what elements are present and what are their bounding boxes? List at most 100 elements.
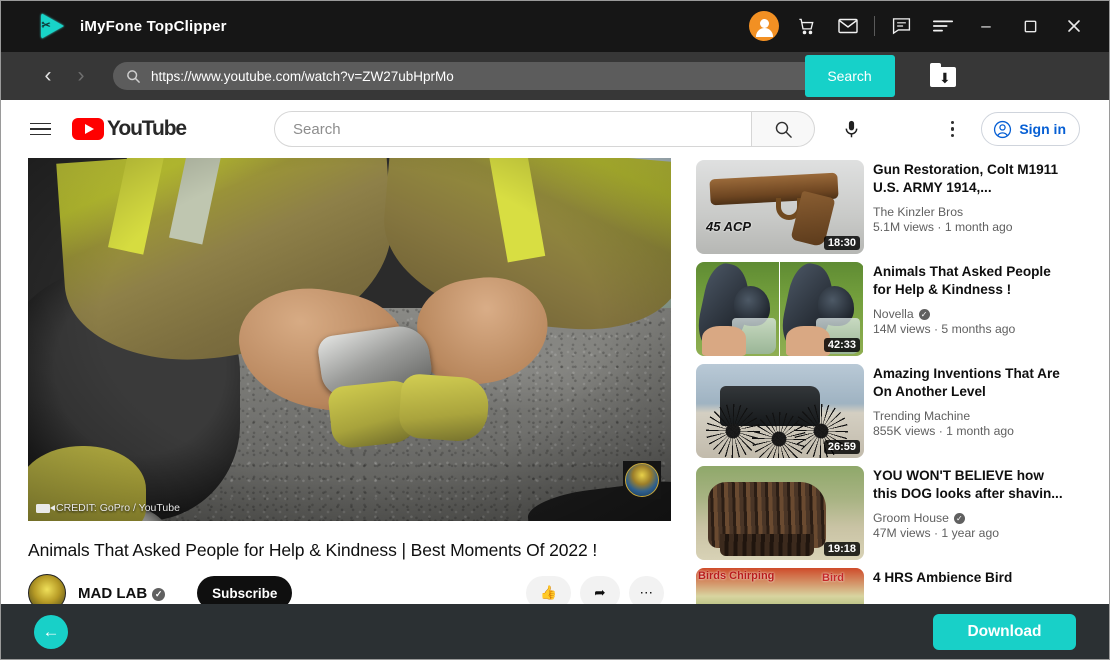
youtube-logo[interactable]: YouTube [72, 117, 186, 141]
video-stats: 14M views · 5 months ago [873, 322, 1069, 336]
like-dislike-button[interactable]: 👍 [526, 576, 571, 606]
video-thumbnail[interactable]: Birds Chirping Bird [696, 568, 864, 606]
close-button[interactable] [1052, 0, 1096, 52]
account-avatar-icon[interactable] [743, 0, 785, 52]
subscribe-button[interactable]: Subscribe [197, 576, 292, 606]
nav-forward-button[interactable]: › [66, 61, 96, 91]
url-text: https://www.youtube.com/watch?v=ZW27ubHp… [151, 69, 867, 84]
cart-icon[interactable] [785, 0, 827, 52]
thumbnail-caption: 45 ACP [706, 219, 751, 234]
title-bar: ✂ iMyFone TopClipper [0, 0, 1110, 52]
minimize-button[interactable]: – [964, 0, 1008, 52]
video-actions: 👍 ➦ ⋯ [526, 576, 672, 606]
bottom-action-bar: ← Download [0, 604, 1110, 660]
video-thumbnail[interactable]: 26:59 [696, 364, 864, 458]
maximize-button[interactable] [1008, 0, 1052, 52]
application-window: ✂ iMyFone TopClipper [0, 0, 1110, 660]
video-duration: 42:33 [824, 338, 860, 352]
video-title-link[interactable]: 4 HRS Ambience Bird [873, 569, 1012, 587]
video-stats: 5.1M views · 1 month ago [873, 220, 1069, 234]
verified-badge-icon: ✓ [954, 513, 965, 524]
feedback-icon[interactable] [880, 0, 922, 52]
video-channel[interactable]: Novella✓ [873, 307, 1069, 321]
youtube-search-placeholder: Search [293, 121, 341, 138]
video-title-link[interactable]: Amazing Inventions That Are On Another L… [873, 365, 1069, 402]
sign-in-label: Sign in [1019, 121, 1066, 137]
video-player[interactable]: CREDIT: GoPro / YouTube [28, 158, 671, 521]
video-credit-text: CREDIT: GoPro / YouTube [56, 502, 180, 514]
nav-back-button[interactable]: ‹ [33, 61, 63, 91]
more-actions-button[interactable]: ⋯ [629, 576, 665, 606]
upload-age: 1 month ago [945, 220, 1013, 234]
download-button[interactable]: Download [933, 614, 1076, 650]
channel-name-text: MAD LAB [78, 585, 147, 602]
list-item[interactable]: 45 ACP 18:30 Gun Restoration, Colt M1911… [696, 160, 1076, 254]
app-logo-icon: ✂ [38, 12, 66, 40]
video-title-link[interactable]: YOU WON'T BELIEVE how this DOG looks aft… [873, 467, 1069, 504]
video-duration: 18:30 [824, 236, 860, 250]
youtube-search-input[interactable]: Search [274, 111, 752, 147]
video-channel[interactable]: Trending Machine [873, 409, 1069, 423]
camera-icon [36, 504, 50, 513]
video-title-link[interactable]: Gun Restoration, Colt M1911 U.S. ARMY 19… [873, 161, 1069, 198]
back-button[interactable]: ← [34, 615, 68, 649]
channel-label: Trending Machine [873, 409, 970, 423]
video-meta: Animals That Asked People for Help & Kin… [873, 262, 1069, 356]
youtube-search-group: Search [274, 111, 869, 147]
channel-label: The Kinzler Bros [873, 205, 963, 219]
embedded-browser-view: YouTube Search [0, 100, 1110, 606]
video-title-link[interactable]: Animals That Asked People for Help & Kin… [873, 263, 1069, 300]
video-thumbnail[interactable]: 19:18 [696, 466, 864, 560]
video-channel[interactable]: Groom House✓ [873, 511, 1069, 525]
secondary-column: 45 ACP 18:30 Gun Restoration, Colt M1911… [672, 158, 1076, 606]
video-meta: Gun Restoration, Colt M1911 U.S. ARMY 19… [873, 160, 1069, 254]
verified-badge-icon: ✓ [152, 588, 165, 601]
video-meta: YOU WON'T BELIEVE how this DOG looks aft… [873, 466, 1069, 560]
video-meta: Amazing Inventions That Are On Another L… [873, 364, 1069, 458]
video-owner-row: MAD LAB ✓ Subscribe 👍 ➦ ⋯ [28, 574, 672, 606]
voice-search-icon[interactable] [833, 111, 869, 147]
channel-watermark[interactable] [623, 461, 661, 499]
search-button[interactable]: Search [805, 55, 895, 97]
search-icon [125, 68, 141, 84]
more-options-icon[interactable] [935, 112, 969, 146]
thumbnail-caption-secondary: Bird [822, 572, 844, 584]
channel-name[interactable]: MAD LAB ✓ [78, 585, 165, 602]
video-stats: 855K views · 1 month ago [873, 424, 1069, 438]
youtube-search-button[interactable] [752, 111, 815, 147]
primary-column: CREDIT: GoPro / YouTube Animals That Ask… [28, 158, 672, 606]
app-title: iMyFone TopClipper [80, 18, 227, 35]
view-count: 855K views [873, 424, 935, 438]
youtube-masthead: YouTube Search [0, 100, 1110, 158]
titlebar-divider [874, 16, 875, 36]
thumbnail-caption: Birds Chirping [698, 570, 774, 582]
upload-age: 1 year ago [941, 526, 999, 540]
video-thumbnail[interactable]: 45 ACP 18:30 [696, 160, 864, 254]
hamburger-menu-icon[interactable] [30, 117, 54, 141]
sign-in-button[interactable]: Sign in [981, 112, 1080, 146]
video-thumbnail[interactable]: 42:33 [696, 262, 864, 356]
url-input[interactable]: https://www.youtube.com/watch?v=ZW27ubHp… [113, 62, 894, 90]
mail-icon[interactable] [827, 0, 869, 52]
video-duration: 26:59 [824, 440, 860, 454]
list-item[interactable]: Birds Chirping Bird 4 HRS Ambience Bird [696, 568, 1076, 606]
youtube-content: CREDIT: GoPro / YouTube Animals That Ask… [0, 158, 1110, 606]
verified-badge-icon: ✓ [919, 309, 930, 320]
menu-icon[interactable] [922, 0, 964, 52]
list-item[interactable]: 42:33 Animals That Asked People for Help… [696, 262, 1076, 356]
video-channel[interactable]: The Kinzler Bros [873, 205, 1069, 219]
video-stats: 47M views · 1 year ago [873, 526, 1069, 540]
video-title: Animals That Asked People for Help & Kin… [28, 540, 672, 561]
download-folder-icon[interactable]: ⬇ [930, 63, 958, 89]
titlebar-actions: – [743, 0, 1110, 52]
share-button[interactable]: ➦ [580, 576, 619, 606]
youtube-masthead-actions: Sign in [935, 112, 1080, 146]
view-count: 5.1M views [873, 220, 934, 234]
list-item[interactable]: 19:18 YOU WON'T BELIEVE how this DOG loo… [696, 466, 1076, 560]
youtube-wordmark: YouTube [107, 117, 186, 141]
channel-avatar[interactable] [28, 574, 66, 606]
scene-vignette [28, 158, 671, 521]
view-count: 14M views [873, 322, 931, 336]
upload-age: 5 months ago [941, 322, 1015, 336]
list-item[interactable]: 26:59 Amazing Inventions That Are On Ano… [696, 364, 1076, 458]
